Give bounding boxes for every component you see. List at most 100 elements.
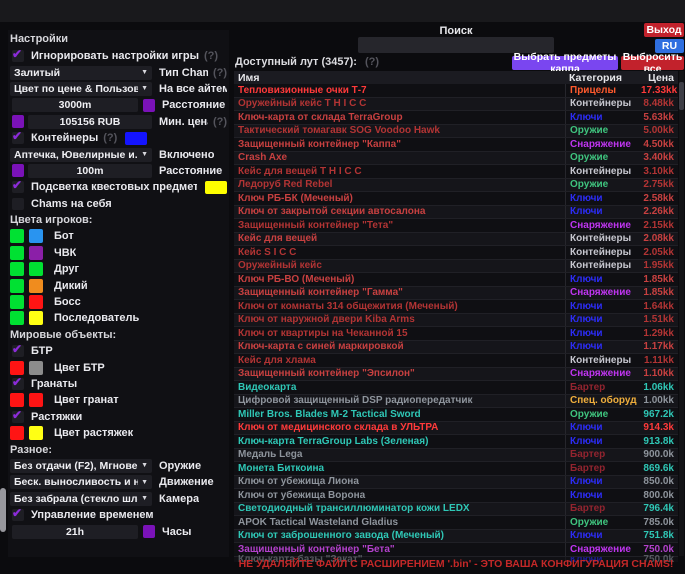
settings-scrollbar[interactable]	[0, 488, 6, 532]
dropdown[interactable]: Беск. выносливость и нет уста▼	[10, 475, 152, 489]
color-swatch[interactable]	[10, 393, 24, 407]
table-row[interactable]: Защищенный контейнер "Гамма"Снаряжение1.…	[234, 287, 678, 301]
table-row[interactable]: Ключ от убежища ЛионаКлючи850.0k	[234, 476, 678, 490]
color-swatch[interactable]	[12, 164, 24, 177]
table-row[interactable]: APOK Tactical Wasteland GladiusОружие785…	[234, 516, 678, 530]
item-name: Ключ от комнаты 314 общежития (Меченый)	[234, 301, 565, 312]
table-row[interactable]: Кейс для вещейКонтейнеры2.08kk	[234, 233, 678, 247]
color-swatch[interactable]	[10, 361, 24, 375]
value-input[interactable]: 3000m	[12, 98, 138, 112]
color-swatch[interactable]	[12, 115, 24, 128]
table-row[interactable]: Miller Bros. Blades M-2 Tactical SwordОр…	[234, 408, 678, 422]
checkbox-checked[interactable]	[12, 132, 24, 144]
settings-row: Контейнеры(?)	[10, 130, 227, 146]
table-row[interactable]: Ключ от убежища ВоронаКлючи800.0k	[234, 489, 678, 503]
color-swatch[interactable]	[10, 229, 24, 243]
color-swatch[interactable]	[29, 295, 43, 309]
table-row[interactable]: Ключ-карта с синей маркировкойКлючи1.17k…	[234, 341, 678, 355]
table-row[interactable]: Ключ-карта от склада TerraGroupКлючи5.63…	[234, 111, 678, 125]
table-row[interactable]: Crash AxeОружие3.40kk	[234, 152, 678, 166]
table-row[interactable]: Ледоруб Red RebelОружие2.75kk	[234, 179, 678, 193]
checkbox-label: Управление временем	[31, 509, 154, 521]
table-row[interactable]: Защищенный контейнер "Каппа"Снаряжение4.…	[234, 138, 678, 152]
table-row[interactable]: Цифровой защищенный DSP радиопередатчикС…	[234, 395, 678, 409]
color-swatch[interactable]	[29, 361, 43, 375]
exit-button[interactable]: Выход	[644, 23, 684, 37]
item-category: Спец. оборудование	[565, 395, 637, 408]
color-swatch[interactable]	[29, 246, 43, 260]
table-scrollbar-handle[interactable]	[679, 82, 684, 110]
table-row[interactable]: Ключ от комнаты 314 общежития (Меченый)К…	[234, 300, 678, 314]
dropdown[interactable]: Аптечка, Ювелирные и...▼	[10, 148, 152, 162]
table-row[interactable]: Ключ РБ-БК (Меченый)Ключи2.58kk	[234, 192, 678, 206]
color-swatch[interactable]	[29, 426, 43, 440]
color-swatch[interactable]	[10, 279, 24, 293]
color-swatch[interactable]	[143, 99, 155, 112]
color-swatch[interactable]	[29, 311, 43, 325]
dropdown[interactable]: Без забрала (стекло шлема)▼	[10, 492, 152, 506]
color-swatch[interactable]	[10, 295, 24, 309]
checkbox-checked[interactable]	[12, 411, 24, 423]
color-swatch[interactable]	[10, 426, 24, 440]
color-swatch[interactable]	[29, 262, 43, 276]
color-swatch[interactable]	[205, 181, 227, 194]
table-row[interactable]: Ключ от медицинского склада в УЛЬТРАКлюч…	[234, 422, 678, 436]
table-row[interactable]: Монета БиткоинаБартер869.6k	[234, 462, 678, 476]
color-swatch[interactable]	[143, 525, 155, 538]
checkbox-checked[interactable]	[12, 345, 24, 357]
table-row[interactable]: Защищенный контейнер "Эпсилон"Снаряжение…	[234, 368, 678, 382]
table-row[interactable]: Защищенный контейнер "Тета"Снаряжение2.1…	[234, 219, 678, 233]
dropdown-label: Движение	[159, 476, 214, 488]
value-input[interactable]: 21h	[12, 525, 138, 539]
item-price: 3.10kk	[637, 166, 678, 177]
checkbox-checked[interactable]	[12, 50, 24, 62]
checkbox[interactable]	[12, 198, 24, 210]
color-swatch[interactable]	[10, 246, 24, 260]
item-price: 796.4k	[637, 503, 678, 514]
settings-row: Цвет БТР	[10, 359, 227, 375]
checkbox-label: Игнорировать настройки игры	[31, 50, 199, 62]
table-row[interactable]: ВидеокартаБартер1.06kk	[234, 381, 678, 395]
table-row[interactable]: Ключ-карта TerraGroup Labs (Зеленая)Ключ…	[234, 435, 678, 449]
item-name: APOK Tactical Wasteland Gladius	[234, 517, 565, 528]
table-row[interactable]: Ключ РБ-ВО (Меченый)Ключи1.85kk	[234, 273, 678, 287]
table-row[interactable]: Медаль LegaБартер900.0k	[234, 449, 678, 463]
checkbox-checked[interactable]	[12, 509, 24, 521]
help-icon: (?)	[365, 56, 379, 68]
color-swatch[interactable]	[10, 262, 24, 276]
table-row[interactable]: Оружейный кейс T H I C CКонтейнеры8.48kk	[234, 98, 678, 112]
table-row[interactable]: Светодиодный трансиллюминатор кожи LEDXБ…	[234, 503, 678, 517]
table-row[interactable]: Кейс для вещей T H I C CКонтейнеры3.10kk	[234, 165, 678, 179]
item-price: 1.85kk	[637, 287, 678, 298]
item-name: Ключ-карта TerraGroup Labs (Зеленая)	[234, 436, 565, 447]
dropdown[interactable]: Без отдачи (F2), Мгновенное п▼	[10, 459, 152, 473]
dropdown[interactable]: Цвет по цене & Пользователь▼	[10, 82, 152, 96]
item-price: 1.51kk	[637, 314, 678, 325]
table-row[interactable]: Кейс S I C CКонтейнеры2.05kk	[234, 246, 678, 260]
color-swatch[interactable]	[29, 393, 43, 407]
dropdown[interactable]: Залитый▼	[10, 66, 152, 80]
table-row[interactable]: Ключ от закрытой секции автосалонаКлючи2…	[234, 206, 678, 220]
color-swatch[interactable]	[125, 132, 147, 145]
table-row[interactable]: Оружейный кейсКонтейнеры1.95kk	[234, 260, 678, 274]
color-swatch[interactable]	[29, 229, 43, 243]
table-row[interactable]: Ключ от заброшенного завода (Меченый)Клю…	[234, 530, 678, 544]
table-scrollbar[interactable]	[679, 71, 684, 556]
color-swatch[interactable]	[29, 279, 43, 293]
settings-row: 3000mРасстояние	[10, 97, 227, 113]
table-row[interactable]: Тепловизионные очки Т-7Прицелы17.33kk	[234, 84, 678, 98]
table-row[interactable]: Кейс для хламаКонтейнеры1.11kk	[234, 354, 678, 368]
table-row[interactable]: Тактический томагавк SOG Voodoo HawkОруж…	[234, 125, 678, 139]
checkbox-checked[interactable]	[12, 378, 24, 390]
value-input[interactable]: 105156 RUB	[28, 115, 152, 129]
drop-all-button[interactable]: Выбросить все	[621, 56, 684, 70]
select-kappa-items-button[interactable]: Выбрать предметы каппа	[512, 56, 618, 70]
table-row[interactable]: Ключ от наружной двери Kiba ArmsКлючи1.5…	[234, 314, 678, 328]
value-input[interactable]: 100m	[28, 164, 152, 178]
checkbox-checked[interactable]	[12, 181, 24, 193]
table-row[interactable]: Ключ от квартиры на Чеканной 15Ключи1.29…	[234, 327, 678, 341]
item-price: 1.06kk	[637, 382, 678, 393]
color-swatch[interactable]	[10, 311, 24, 325]
item-category: Снаряжение	[565, 219, 637, 232]
title-bar[interactable]	[0, 0, 685, 22]
